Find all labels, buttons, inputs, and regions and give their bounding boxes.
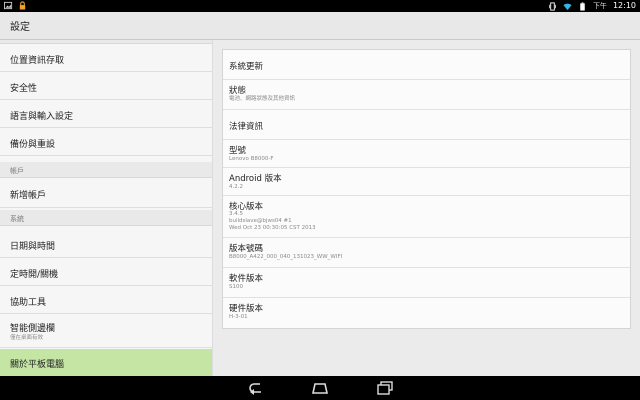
status-bar: 下午 12:10: [0, 0, 640, 12]
row-title: 型號: [229, 146, 247, 156]
about-card: 系統更新 狀態 電池、網路狀態及其他資訊 法律資訊 型號 Lenovo B800…: [222, 49, 631, 329]
section-header-system: 系統: [0, 210, 212, 226]
sidebar-item-label: 備份與重設: [10, 140, 56, 150]
sidebar-item-label: 位置資訊存取: [10, 56, 65, 66]
row-title: 版本號碼: [229, 244, 264, 254]
battery-icon: [580, 1, 585, 11]
kernel-version-row: 核心版本 3.4.5 buildslave@bjws04 #1 Wed Oct …: [223, 196, 630, 238]
navigation-bar: [0, 376, 640, 400]
section-header-label: 帳戶: [10, 167, 24, 175]
back-icon[interactable]: [246, 380, 264, 396]
row-title: 系統更新: [229, 62, 264, 72]
action-bar: 設定: [0, 12, 640, 40]
row-title: Android 版本: [229, 174, 282, 184]
row-value: S100: [229, 284, 243, 290]
status-row[interactable]: 狀態 電池、網路狀態及其他資訊: [223, 80, 630, 110]
sidebar-item-location[interactable]: 位置資訊存取: [0, 44, 212, 72]
row-value: Lenovo B8000-F: [229, 156, 274, 162]
page-title: 設定: [10, 22, 30, 33]
build-number-row[interactable]: 版本號碼 B8000_A422_000_040_131023_WW_WIFI: [223, 238, 630, 268]
sidebar-item-label: 安全性: [10, 84, 38, 94]
recent-apps-icon[interactable]: [376, 380, 394, 396]
sidebar-item-sublabel: 僅在桌面有效: [10, 335, 44, 341]
image-notification-icon: [4, 1, 13, 10]
section-header-accounts: 帳戶: [0, 162, 212, 178]
sidebar-item-security[interactable]: 安全性: [0, 72, 212, 100]
row-title: 硬件版本: [229, 304, 264, 314]
row-value-line: buildslave@bjws04 #1: [229, 218, 292, 224]
sidebar-item-label: 日期與時間: [10, 242, 56, 252]
row-value: B8000_A422_000_040_131023_WW_WIFI: [229, 254, 343, 260]
sidebar-item-about-tablet[interactable]: 關於平板電腦: [0, 349, 212, 376]
status-time: 12:10: [612, 1, 636, 10]
sidebar-item-smart-sidebar[interactable]: 智能側邊欄 僅在桌面有效: [0, 314, 212, 348]
sidebar-item-add-account[interactable]: 新增帳戶: [0, 178, 212, 208]
sidebar-item-scheduled-power[interactable]: 定時開/關機: [0, 258, 212, 286]
sidebar-item-label: 協助工具: [10, 298, 47, 308]
section-header-label: 系統: [10, 215, 24, 223]
sidebar-item-accessibility[interactable]: 協助工具: [0, 286, 212, 314]
sidebar-item-label: 定時開/關機: [10, 270, 59, 280]
row-value-line: Wed Oct 23 00:30:05 CST 2013: [229, 225, 316, 231]
sidebar-item-date-time[interactable]: 日期與時間: [0, 230, 212, 258]
row-value: H-3-01: [229, 314, 248, 320]
row-title: 法律資訊: [229, 122, 264, 132]
system-update-row[interactable]: 系統更新: [223, 50, 630, 80]
lock-notification-icon: [19, 1, 26, 10]
sidebar-item-label: 新增帳戶: [10, 191, 47, 201]
about-tablet-panel: 系統更新 狀態 電池、網路狀態及其他資訊 法律資訊 型號 Lenovo B800…: [213, 40, 640, 376]
settings-category-list[interactable]: 語文 位置資訊存取 安全性 語言與輸入設定 備份與重設 帳戶 新增帳戶 系統 日…: [0, 40, 213, 376]
row-subtitle: 電池、網路狀態及其他資訊: [229, 96, 296, 102]
hardware-version-row: 硬件版本 H-3-01: [223, 298, 630, 328]
row-value: 4.2.2: [229, 184, 243, 190]
sidebar-item-label: 語言與輸入設定: [10, 112, 74, 122]
software-version-row: 軟件版本 S100: [223, 268, 630, 298]
row-title: 狀態: [229, 86, 247, 96]
wifi-icon: [563, 3, 572, 10]
model-row: 型號 Lenovo B8000-F: [223, 140, 630, 168]
row-title: 軟件版本: [229, 274, 264, 284]
list-header-label: 語文: [10, 40, 24, 42]
android-version-row[interactable]: Android 版本 4.2.2: [223, 168, 630, 196]
status-ampm: 下午: [592, 2, 607, 10]
legal-info-row[interactable]: 法律資訊: [223, 110, 630, 140]
sidebar-item-language-input[interactable]: 語言與輸入設定: [0, 100, 212, 128]
sidebar-item-backup-reset[interactable]: 備份與重設: [0, 128, 212, 156]
vibrate-icon: [548, 1, 556, 11]
home-icon[interactable]: [311, 380, 329, 396]
row-value-line: 3.4.5: [229, 211, 243, 217]
sidebar-item-label: 關於平板電腦: [10, 360, 65, 370]
